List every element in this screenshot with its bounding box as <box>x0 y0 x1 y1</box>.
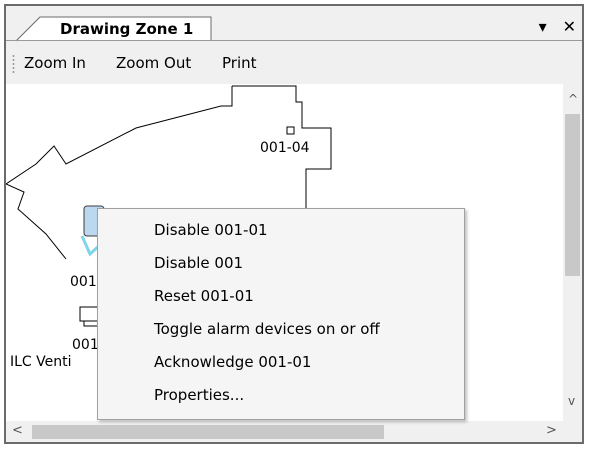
menu-item-reset[interactable]: Reset 001-01 <box>154 281 254 311</box>
zoom-in-button[interactable]: Zoom In <box>24 54 86 72</box>
close-icon[interactable]: ✕ <box>563 18 576 36</box>
device-label-001-04: 001-04 <box>260 140 310 156</box>
print-button[interactable]: Print <box>222 54 257 72</box>
tab-bar: Drawing Zone 1 ▾ ✕ <box>6 6 582 42</box>
scroll-down-icon[interactable]: v <box>568 394 575 408</box>
toolbar-grip-icon[interactable] <box>12 54 15 74</box>
scroll-up-icon[interactable]: ^ <box>568 92 578 106</box>
drawing-zone-window: Drawing Zone 1 ▾ ✕ Zoom In Zoom Out Prin… <box>4 4 584 444</box>
zoom-out-button[interactable]: Zoom Out <box>116 54 191 72</box>
horizontal-scrollbar[interactable]: < > <box>6 421 582 442</box>
device-square-icon[interactable] <box>286 126 295 135</box>
menu-item-acknowledge[interactable]: Acknowledge 001-01 <box>154 347 311 377</box>
scroll-right-icon[interactable]: > <box>546 423 557 438</box>
scroll-left-icon[interactable]: < <box>12 423 23 438</box>
menu-item-disable-zone[interactable]: Disable 001 <box>154 248 243 278</box>
vertical-scrollbar[interactable]: ^ v <box>563 84 582 421</box>
menu-item-properties[interactable]: Properties... <box>154 380 244 410</box>
menu-item-disable-device[interactable]: Disable 001-01 <box>154 215 268 245</box>
vertical-scroll-thumb[interactable] <box>565 114 580 276</box>
toolbar: Zoom In Zoom Out Print <box>6 42 582 82</box>
horizontal-scroll-thumb[interactable] <box>32 425 384 439</box>
tab-title[interactable]: Drawing Zone 1 <box>60 20 193 38</box>
context-menu: Disable 001-01 Disable 001 Reset 001-01 … <box>97 208 465 420</box>
tab-divider <box>6 40 582 41</box>
chevron-down-icon[interactable]: ▾ <box>539 18 547 36</box>
ventilator-icon[interactable] <box>79 306 99 327</box>
device-caption: ILC Venti <box>10 354 72 370</box>
menu-item-toggle-alarm[interactable]: Toggle alarm devices on or off <box>154 314 380 344</box>
device-label-001: 001 <box>70 274 97 290</box>
